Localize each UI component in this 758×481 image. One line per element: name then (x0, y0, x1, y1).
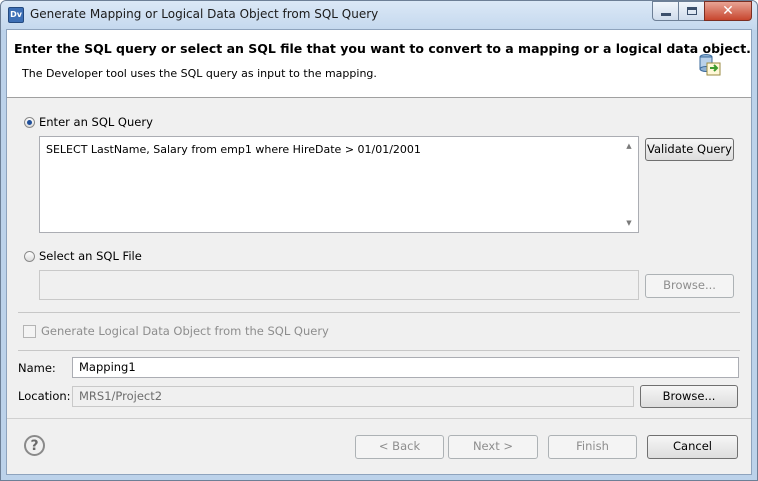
select-sql-file-label: Select an SQL File (39, 249, 142, 263)
generate-ldo-checkbox (23, 325, 36, 338)
enter-sql-query-label: Enter an SQL Query (39, 115, 153, 129)
footer-separator (7, 418, 751, 419)
location-label: Location: (18, 389, 71, 403)
wizard-banner-icon (699, 54, 721, 76)
name-label: Name: (18, 361, 56, 375)
sql-query-text: SELECT LastName, Salary from emp1 where … (46, 143, 421, 156)
scroll-down-arrow-icon[interactable]: ▼ (624, 218, 634, 228)
validate-query-button[interactable]: Validate Query (645, 138, 734, 161)
window-title: Generate Mapping or Logical Data Object … (30, 7, 379, 21)
close-icon: ✕ (722, 3, 734, 19)
separator (18, 350, 740, 351)
separator (18, 312, 740, 313)
cancel-button[interactable]: Cancel (647, 435, 738, 459)
enter-sql-query-radio[interactable] (24, 117, 35, 128)
location-browse-button[interactable]: Browse... (640, 385, 738, 408)
maximize-icon (687, 7, 697, 15)
generate-ldo-label: Generate Logical Data Object from the SQ… (41, 324, 329, 338)
maximize-button[interactable] (678, 1, 705, 21)
header-title: Enter the SQL query or select an SQL fil… (14, 41, 751, 56)
back-button: < Back (355, 435, 444, 459)
select-sql-file-radio[interactable] (24, 251, 35, 262)
scroll-up-arrow-icon[interactable]: ▲ (624, 141, 634, 151)
name-input[interactable]: Mapping1 (72, 357, 739, 378)
help-icon[interactable]: ? (24, 435, 45, 456)
location-field: MRS1/Project2 (72, 386, 634, 407)
header-description: The Developer tool uses the SQL query as… (22, 67, 377, 80)
minimize-button[interactable] (652, 1, 679, 21)
finish-button: Finish (548, 435, 637, 459)
developer-app-icon: Dv (8, 7, 24, 23)
sql-file-path-field (39, 270, 639, 300)
next-button: Next > (448, 435, 538, 459)
sql-file-browse-button: Browse... (645, 274, 734, 298)
close-button[interactable]: ✕ (704, 1, 752, 21)
minimize-icon (661, 13, 671, 16)
